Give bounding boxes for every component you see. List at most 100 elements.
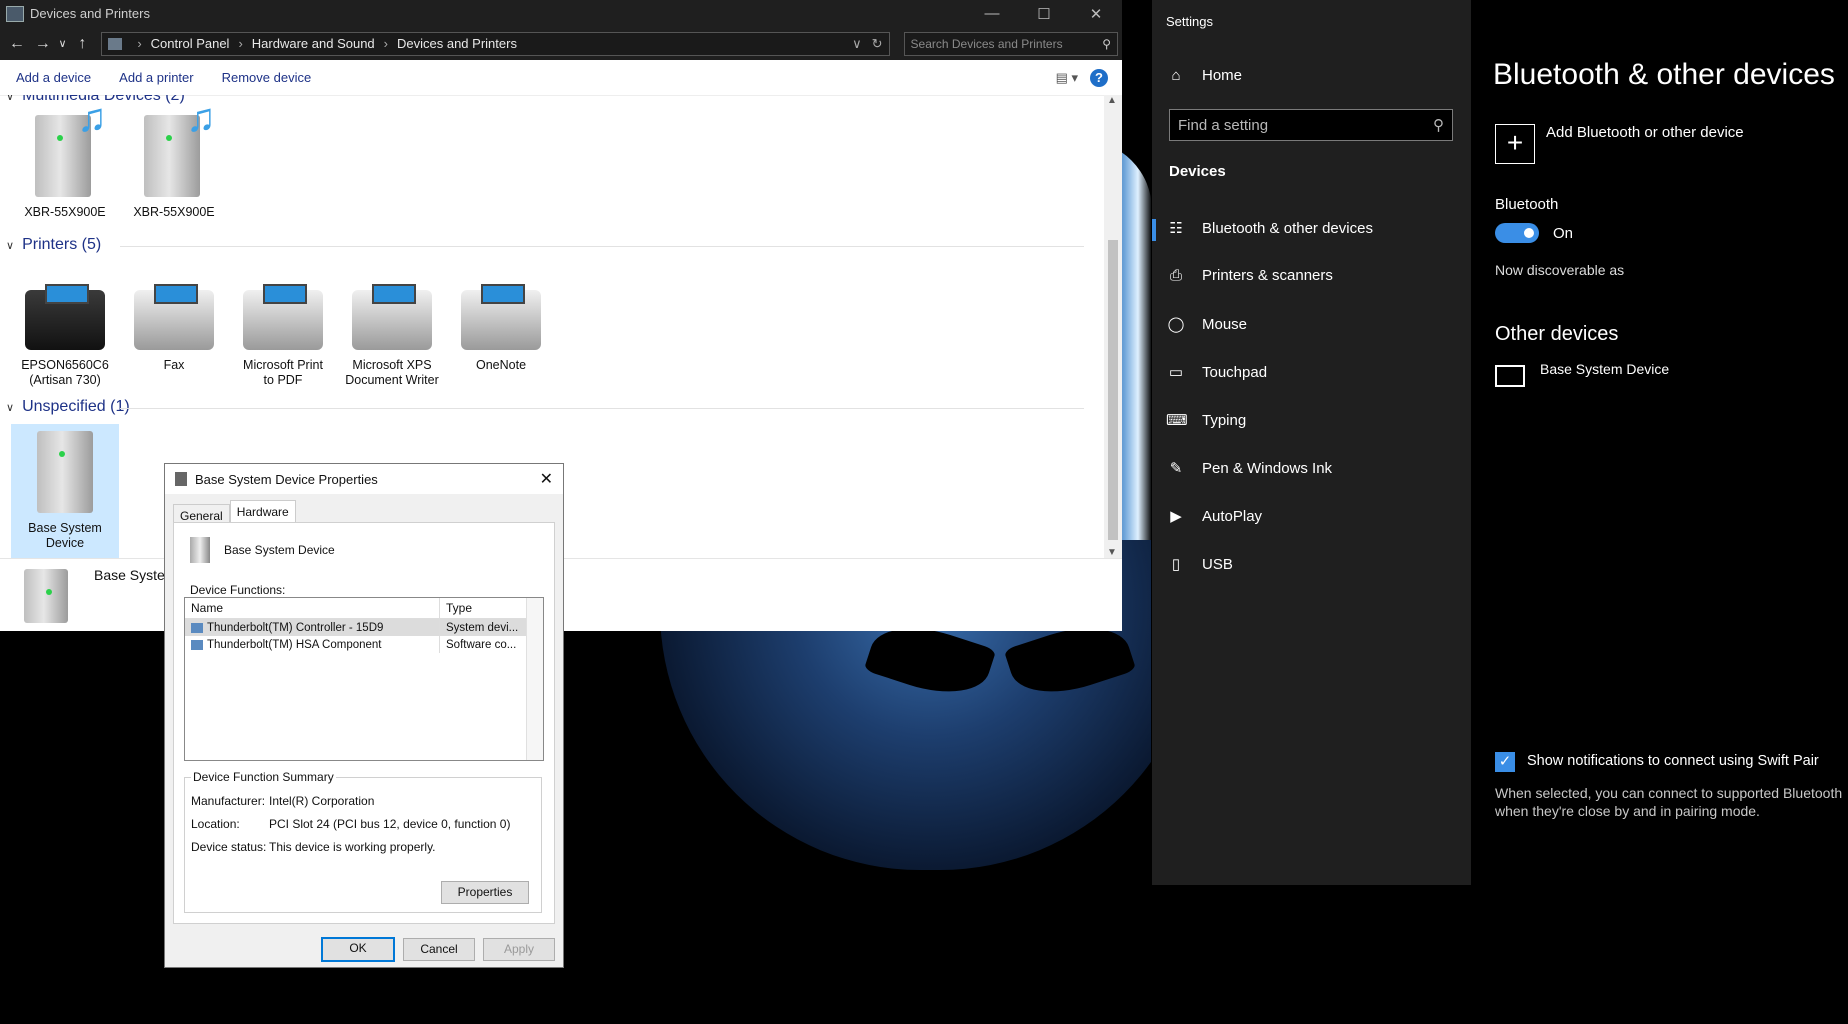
device-name: Base System Device — [224, 543, 335, 557]
scroll-up-icon[interactable]: ▲ — [1107, 95, 1117, 106]
up-arrow-icon[interactable]: ↑ — [70, 35, 96, 53]
scrollbar-thumb[interactable] — [1108, 240, 1118, 540]
dialog-close-icon[interactable]: ✕ — [540, 469, 553, 489]
device-label-2: Device — [45, 536, 85, 550]
printer-tile[interactable]: Fax — [121, 284, 227, 373]
minimize-button[interactable]: — — [966, 5, 1018, 23]
nav-label: Printers & scanners — [1202, 267, 1333, 284]
nav-typing[interactable]: ⌨ Typing — [1166, 411, 1247, 430]
add-device-button[interactable]: Add a device — [16, 70, 91, 85]
search-icon: ⚲ — [1102, 36, 1112, 51]
hardware-panel: Base System Device Device Functions: Nam… — [173, 522, 555, 924]
refresh-icon[interactable]: ↻ — [872, 36, 883, 52]
group-divider — [120, 246, 1084, 247]
cancel-button[interactable]: Cancel — [403, 938, 475, 961]
function-name: Thunderbolt(TM) HSA Component — [207, 638, 382, 651]
generic-device-icon[interactable] — [1495, 365, 1525, 387]
address-box[interactable]: › Control Panel › Hardware and Sound › D… — [101, 31, 890, 56]
nav-home[interactable]: ⌂ Home — [1166, 67, 1242, 84]
printer-tile[interactable]: Microsoft Print to PDF — [230, 284, 336, 388]
properties-dialog: Base System Device Properties ✕ General … — [164, 463, 564, 968]
nav-autoplay[interactable]: ▶ AutoPlay — [1166, 507, 1262, 526]
function-type: System devi... — [446, 621, 519, 634]
nav-home-label: Home — [1202, 67, 1243, 84]
maximize-button[interactable]: ☐ — [1018, 5, 1070, 23]
add-device-button[interactable]: + — [1495, 124, 1535, 164]
settings-title: Settings — [1166, 14, 1213, 29]
device-tile[interactable]: ♫ XBR-55X900E — [12, 98, 118, 220]
usb-icon: ▯ — [1171, 556, 1181, 573]
breadcrumb-devices-printers[interactable]: Devices and Printers — [397, 36, 517, 51]
recent-chevron-icon[interactable]: ∨ — [56, 37, 70, 50]
breadcrumb-control-panel[interactable]: Control Panel — [151, 36, 230, 51]
ok-button[interactable]: OK — [321, 937, 395, 962]
bluetooth-devices-icon: ☷ — [1169, 220, 1183, 237]
control-panel-icon — [108, 37, 123, 50]
settings-content: Bluetooth & other devices + Add Bluetoot… — [1471, 0, 1848, 885]
settings-sidebar: Settings ⌂ Home Find a setting ⚲ Devices… — [1152, 0, 1471, 885]
properties-button[interactable]: Properties — [441, 881, 529, 904]
swift-pair-checkbox[interactable]: ✓ — [1495, 752, 1515, 772]
find-setting-input[interactable]: Find a setting ⚲ — [1169, 109, 1453, 141]
manufacturer-row: Manufacturer: Intel(R) Corporation — [191, 794, 374, 808]
nav-usb[interactable]: ▯ USB — [1166, 555, 1233, 574]
nav-pen[interactable]: ✎ Pen & Windows Ink — [1166, 459, 1332, 478]
address-dropdown-icon[interactable]: ∨ — [852, 36, 862, 52]
add-device-label[interactable]: Add Bluetooth or other device — [1546, 124, 1744, 141]
breadcrumb-hardware-sound[interactable]: Hardware and Sound — [252, 36, 375, 51]
group-printers[interactable]: ∨ Printers (5) — [6, 236, 101, 254]
nav-mouse[interactable]: ◯ Mouse — [1166, 315, 1247, 334]
breadcrumb-chevron-icon: › — [383, 36, 388, 51]
scroll-down-icon[interactable]: ▼ — [1107, 547, 1117, 558]
function-name: Thunderbolt(TM) Controller - 15D9 — [207, 621, 384, 634]
column-name[interactable]: Name — [185, 598, 440, 618]
nav-touchpad[interactable]: ▭ Touchpad — [1166, 363, 1267, 382]
nav-printers[interactable]: ⎙ Printers & scanners — [1166, 267, 1333, 284]
printer-tile[interactable]: Microsoft XPS Document Writer — [339, 284, 445, 388]
device-label: XBR-55X900E — [24, 205, 106, 219]
bluetooth-label: Bluetooth — [1495, 196, 1559, 213]
base-system-device-tile[interactable]: Base System Device — [11, 424, 119, 558]
other-device-name[interactable]: Base System Device — [1540, 361, 1669, 377]
pen-icon: ✎ — [1169, 460, 1183, 477]
group-unspecified[interactable]: ∨ Unspecified (1) — [6, 398, 130, 416]
bluetooth-toggle[interactable] — [1495, 223, 1539, 243]
swift-pair-label[interactable]: Show notifications to connect using Swif… — [1527, 753, 1819, 769]
view-options-icon[interactable]: ▤ ▾ — [1056, 70, 1078, 86]
fax-icon — [134, 284, 214, 350]
column-type[interactable]: Type — [440, 601, 472, 615]
nav-label: Typing — [1202, 411, 1247, 429]
nav-bluetooth[interactable]: ☷ Bluetooth & other devices — [1166, 219, 1373, 238]
base-system-device-icon — [37, 431, 93, 513]
vertical-scrollbar[interactable]: ▲ ▼ — [1104, 95, 1122, 558]
device-tile[interactable]: ♫ XBR-55X900E — [121, 98, 227, 220]
list-item[interactable]: Thunderbolt(TM) Controller - 15D9 System… — [185, 619, 543, 636]
printer-tile[interactable]: EPSON6560C6 (Artisan 730) — [12, 284, 118, 388]
close-button[interactable]: ✕ — [1070, 5, 1122, 23]
search-input[interactable]: Search Devices and Printers ⚲ — [903, 31, 1119, 56]
breadcrumb-chevron-icon: › — [238, 36, 243, 51]
manufacturer-label: Manufacturer: — [191, 794, 266, 808]
apply-button[interactable]: Apply — [483, 938, 555, 961]
device-icon — [190, 537, 210, 563]
group-printers-label: Printers (5) — [22, 236, 102, 253]
printer-icon: ⎙ — [1169, 267, 1182, 284]
printer-label-2: (Artisan 730) — [29, 373, 101, 387]
chevron-down-icon: ∨ — [6, 401, 15, 414]
functions-list[interactable]: Name Type Thunderbolt(TM) Controller - 1… — [184, 597, 544, 761]
forward-arrow-icon[interactable]: → — [30, 35, 56, 53]
keyboard-icon: ⌨ — [1166, 412, 1188, 429]
remove-device-button[interactable]: Remove device — [222, 70, 312, 85]
discoverable-text: Now discoverable as — [1495, 262, 1625, 278]
list-item[interactable]: Thunderbolt(TM) HSA Component Software c… — [185, 636, 543, 653]
selected-indicator — [1152, 219, 1156, 241]
address-bar-row: ← → ∨ ↑ › Control Panel › Hardware and S… — [0, 27, 1122, 60]
location-row: Location: PCI Slot 24 (PCI bus 12, devic… — [191, 817, 510, 831]
printer-tile[interactable]: OneNote — [448, 284, 554, 373]
dialog-title: Base System Device Properties — [195, 471, 378, 487]
add-printer-button[interactable]: Add a printer — [119, 70, 193, 85]
thunderbolt-icon — [191, 639, 203, 650]
back-arrow-icon[interactable]: ← — [4, 35, 30, 53]
help-icon[interactable]: ? — [1090, 68, 1108, 87]
list-scrollbar[interactable] — [526, 598, 543, 760]
